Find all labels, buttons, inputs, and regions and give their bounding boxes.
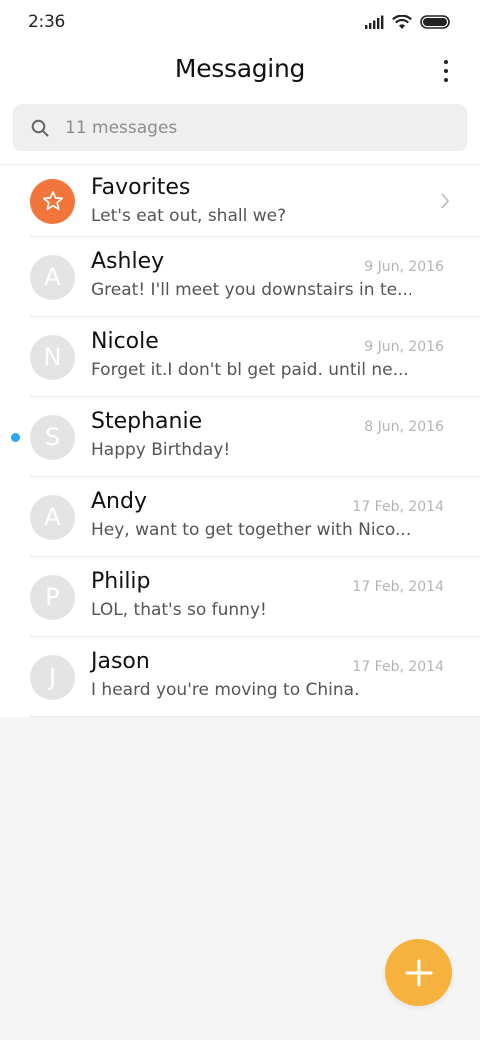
avatar: A [30,494,75,540]
conversation-row-philip[interactable]: P Philip LOL, that's so funny! 17 Feb, 2… [0,557,480,637]
favorites-title: Favorites [91,175,191,200]
page-title: Messaging [174,54,306,83]
more-vertical-icon [444,60,448,64]
favorites-text: Favorites Let's eat out, shall we? [91,173,444,229]
conversation-text: Stephanie Happy Birthday! [91,407,444,463]
status-icons [364,14,452,30]
message-date: 17 Feb, 2014 [352,579,444,595]
wifi-icon [392,14,412,29]
avatar: P [30,574,75,620]
message-preview: LOL, that's so funny! [91,600,267,620]
conversation-text: Andy Hey, want to get together with Nico… [91,487,444,543]
search-input[interactable] [65,117,425,138]
battery-icon [420,15,450,29]
status-bar: 2:36 [0,0,480,44]
avatar: S [30,414,75,460]
search-icon [31,119,49,136]
message-date: 9 Jun, 2016 [364,259,444,275]
conversation-row-stephanie[interactable]: S Stephanie Happy Birthday! 8 Jun, 2016 [0,397,480,477]
conversation-row-andy[interactable]: A Andy Hey, want to get together with Ni… [0,477,480,557]
conversation-text: Philip LOL, that's so funny! [91,567,444,623]
conversation-row-ashley[interactable]: A Ashley Great! I'll meet you downstairs… [0,237,480,317]
conversation-row-jason[interactable]: J Jason I heard you're moving to China. … [0,637,480,717]
unread-indicator [11,433,20,442]
chevron-right-icon [441,193,450,209]
conversation-text: Ashley Great! I'll meet you downstairs i… [91,247,444,303]
message-date: 9 Jun, 2016 [364,339,444,355]
conversation-text: Jason I heard you're moving to China. [91,647,444,703]
avatar: J [30,654,75,700]
favorites-avatar [30,178,75,224]
plus-icon [405,959,432,986]
message-date: 17 Feb, 2014 [352,499,444,515]
message-date: 17 Feb, 2014 [352,659,444,675]
cellular-signal-icon [365,15,384,29]
favorites-preview: Let's eat out, shall we? [91,206,287,226]
more-options-button[interactable] [436,56,456,86]
message-preview: I heard you're moving to China. [91,680,360,700]
search-bar[interactable] [13,104,467,151]
conversation-text: Nicole Forget it.I don't bl get paid. un… [91,327,444,383]
conversation-list: Favorites Let's eat out, shall we? A Ash… [0,164,480,717]
messaging-screen: 2:36 Messaging 11 messages Favorites Let… [0,0,480,1040]
status-time: 2:36 [28,12,65,32]
star-icon [42,190,63,211]
app-header: Messaging [0,44,480,100]
favorites-row[interactable]: Favorites Let's eat out, shall we? [0,164,480,237]
avatar: N [30,334,75,380]
search-section [0,100,480,164]
message-preview: Hey, want to get together with Nico... [91,520,411,540]
conversation-row-nicole[interactable]: N Nicole Forget it.I don't bl get paid. … [0,317,480,397]
message-preview: Great! I'll meet you downstairs in te... [91,280,411,300]
message-date: 8 Jun, 2016 [364,419,444,435]
message-preview: Forget it.I don't bl get paid. until ne.… [91,360,409,380]
avatar: A [30,254,75,300]
new-message-button[interactable] [385,939,452,1006]
message-preview: Happy Birthday! [91,440,231,460]
